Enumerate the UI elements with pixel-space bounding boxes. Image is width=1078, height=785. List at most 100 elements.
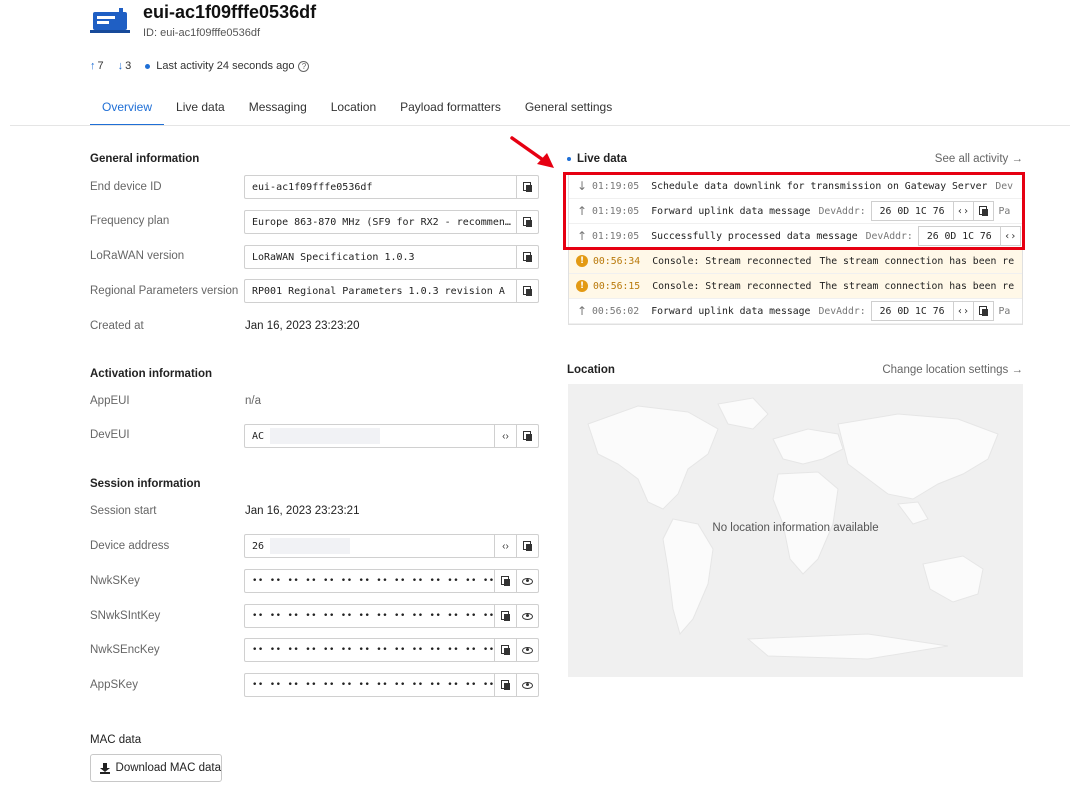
download-icon — [100, 762, 110, 774]
redacted-block — [270, 428, 381, 444]
deveui-value: AC — [252, 431, 265, 442]
download-mac-data-button[interactable]: Download MAC data — [90, 754, 222, 782]
copy-button[interactable] — [516, 280, 538, 302]
copy-icon — [501, 576, 510, 586]
location-title: Location — [567, 364, 615, 376]
tab-payload-formatters[interactable]: Payload formatters — [388, 92, 513, 126]
snwksintkey-label: SNwkSIntKey — [90, 610, 161, 622]
session-start-value: Jan 16, 2023 23:23:21 — [245, 505, 360, 517]
downlink-count: 3 — [125, 60, 132, 72]
device-address-label: Device address — [90, 540, 170, 552]
appeui-value: n/a — [245, 395, 261, 407]
reveal-button[interactable] — [516, 639, 538, 661]
copy-icon — [523, 182, 532, 192]
toggle-format-button[interactable]: ‹› — [494, 535, 516, 557]
event-message: Console: Stream reconnected — [652, 255, 812, 267]
session-info-title: Session information — [90, 478, 201, 490]
event-time: 00:56:34 — [593, 255, 641, 267]
tab-divider — [10, 125, 1070, 126]
regional-params-value: RP001 Regional Parameters 1.0.3 revision… — [252, 285, 505, 297]
copy-button[interactable] — [516, 246, 538, 268]
see-all-activity-link[interactable]: See all activity → — [935, 153, 1023, 165]
devaddr-field: 26 0D 1C 76 ‹› — [870, 301, 994, 321]
event-message: Console: Stream reconnected — [652, 280, 812, 292]
copy-button[interactable] — [494, 605, 516, 627]
event-row[interactable]: ↑ 00:56:02 Forward uplink data message D… — [569, 299, 1022, 324]
copy-icon — [978, 306, 988, 316]
nwkskey-field: •• •• •• •• •• •• •• •• •• •• •• •• •• •… — [244, 569, 539, 593]
redacted-block — [270, 538, 351, 554]
live-indicator-icon — [567, 157, 571, 161]
help-icon[interactable]: ? — [298, 60, 310, 72]
snwksintkey-masked-value: •• •• •• •• •• •• •• •• •• •• •• •• •• •… — [252, 611, 494, 621]
copy-button[interactable] — [494, 570, 516, 592]
eye-icon — [522, 646, 533, 654]
frequency-plan-label: Frequency plan — [90, 215, 170, 227]
nwksenckey-field: •• •• •• •• •• •• •• •• •• •• •• •• •• •… — [244, 638, 539, 662]
uplink-arrow-icon: ↑ — [576, 304, 588, 318]
device-id: ID: eui-ac1f09fffe0536df — [143, 27, 261, 39]
tab-live-data[interactable]: Live data — [164, 92, 237, 126]
highlight-box — [563, 172, 1025, 250]
tab-messaging[interactable]: Messaging — [237, 92, 319, 126]
event-tail: Pa — [998, 305, 1011, 317]
copy-button[interactable] — [494, 639, 516, 661]
copy-icon — [523, 217, 532, 227]
code-icon: ‹› — [957, 305, 970, 317]
frequency-plan-value: Europe 863-870 MHz (SF9 for RX2 - recomm… — [252, 216, 511, 228]
created-at-label: Created at — [90, 320, 144, 332]
appskey-label: AppSKey — [90, 679, 138, 691]
change-location-settings-link[interactable]: Change location settings → — [882, 364, 1023, 376]
nwksenckey-masked-value: •• •• •• •• •• •• •• •• •• •• •• •• •• •… — [252, 645, 494, 655]
eye-icon — [522, 612, 533, 620]
session-start-label: Session start — [90, 505, 157, 517]
toggle-format-button[interactable]: ‹› — [494, 425, 516, 447]
mac-data-title: MAC data — [90, 734, 142, 746]
uplink-arrow-icon: ↑ — [90, 60, 96, 72]
event-time: 00:56:15 — [593, 280, 641, 292]
end-device-id-value: eui-ac1f09fffe0536df — [252, 181, 373, 193]
copy-button[interactable] — [516, 211, 538, 233]
device-address-value: 26 — [252, 541, 265, 552]
copy-button[interactable] — [494, 674, 516, 696]
appeui-label: AppEUI — [90, 395, 130, 407]
end-device-id-label: End device ID — [90, 181, 162, 193]
toggle-format-button[interactable]: ‹› — [952, 302, 973, 320]
copy-button[interactable] — [516, 425, 538, 447]
event-row[interactable]: ! 00:56:15 Console: Stream reconnected T… — [569, 274, 1022, 299]
copy-icon — [523, 431, 532, 441]
tab-general-settings[interactable]: General settings — [513, 92, 624, 126]
reveal-button[interactable] — [516, 674, 538, 696]
copy-button[interactable] — [516, 176, 538, 198]
snwksintkey-field: •• •• •• •• •• •• •• •• •• •• •• •• •• •… — [244, 604, 539, 628]
reveal-button[interactable] — [516, 570, 538, 592]
code-icon: ‹› — [502, 540, 509, 552]
lorawan-version-label: LoRaWAN version — [90, 250, 185, 262]
event-message: Forward uplink data message — [651, 305, 811, 317]
warning-icon: ! — [576, 280, 588, 292]
lorawan-version-field: LoRaWAN Specification 1.0.3 — [244, 245, 539, 269]
created-at-value: Jan 16, 2023 23:23:20 — [245, 320, 360, 332]
tab-overview[interactable]: Overview — [90, 92, 165, 126]
deveui-field: AC ‹› — [244, 424, 539, 448]
copy-button[interactable] — [516, 535, 538, 557]
copy-icon — [523, 252, 532, 262]
live-data-label: Live data — [577, 153, 627, 165]
copy-icon — [523, 541, 532, 551]
general-info-title: General information — [90, 153, 200, 165]
nwksenckey-label: NwkSEncKey — [90, 644, 160, 656]
regional-params-label: Regional Parameters version — [90, 285, 239, 297]
copy-icon — [501, 680, 510, 690]
code-icon: ‹› — [502, 430, 509, 442]
event-description: The stream connection has been re — [819, 255, 1015, 267]
location-map[interactable]: No location information available — [568, 384, 1023, 677]
event-row[interactable]: ! 00:56:34 Console: Stream reconnected T… — [569, 249, 1022, 274]
copy-button[interactable] — [972, 302, 993, 320]
no-location-message: No location information available — [712, 522, 879, 534]
activation-info-title: Activation information — [90, 368, 213, 380]
end-device-icon — [90, 8, 130, 33]
reveal-button[interactable] — [516, 605, 538, 627]
appskey-masked-value: •• •• •• •• •• •• •• •• •• •• •• •• •• •… — [252, 680, 494, 690]
tab-location[interactable]: Location — [319, 92, 388, 126]
activity-dot-icon — [145, 63, 151, 69]
